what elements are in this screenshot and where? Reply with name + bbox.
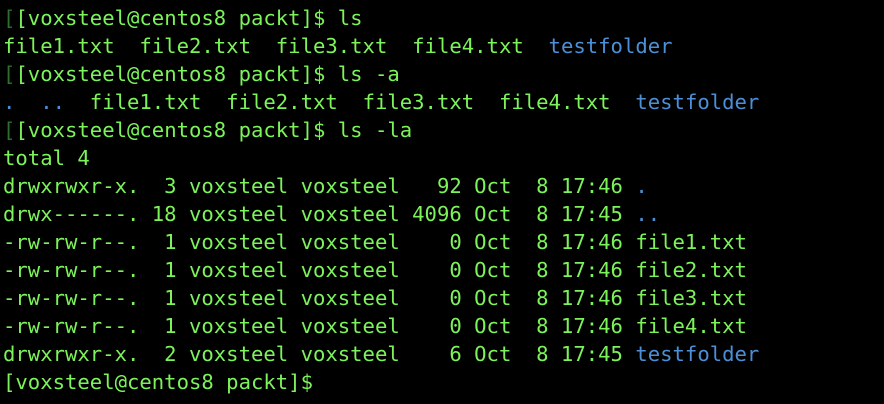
- command-output-line: -rw-rw-r--. 1 voxsteel voxsteel 0 Oct 8 …: [3, 228, 884, 256]
- directory-name: .: [635, 174, 648, 198]
- command-line: [[voxsteel@centos8 packt]$ ls -a: [3, 60, 884, 88]
- shell-command: ls -a: [337, 62, 400, 86]
- shell-command: ls -la: [337, 118, 413, 142]
- output-text: drwx------. 18 voxsteel voxsteel 4096 Oc…: [3, 202, 636, 226]
- directory-name: testfolder: [635, 342, 760, 366]
- output-text: drwxrwxr-x. 2 voxsteel voxsteel 6 Oct 8 …: [3, 342, 636, 366]
- shell-prompt: [voxsteel@centos8 packt]$: [15, 6, 338, 30]
- shell-prompt: [voxsteel@centos8 packt]$: [15, 62, 338, 86]
- output-text: -rw-rw-r--. 1 voxsteel voxsteel 0 Oct 8 …: [3, 286, 747, 310]
- active-prompt-line: [voxsteel@centos8 packt]$: [3, 368, 884, 396]
- directory-name: ..: [635, 202, 661, 226]
- directory-name: testfolder: [635, 90, 760, 114]
- prompt-marker: [: [3, 118, 16, 142]
- command-output-line: file1.txt file2.txt file3.txt file4.txt …: [3, 32, 884, 60]
- command-output-line: drwxrwxr-x. 3 voxsteel voxsteel 92 Oct 8…: [3, 172, 884, 200]
- command-output-line: total 4: [3, 144, 884, 172]
- command-output-line: -rw-rw-r--. 1 voxsteel voxsteel 0 Oct 8 …: [3, 256, 884, 284]
- command-output-line: . .. file1.txt file2.txt file3.txt file4…: [3, 88, 884, 116]
- prompt-marker: [: [3, 6, 16, 30]
- output-text: drwxrwxr-x. 3 voxsteel voxsteel 92 Oct 8…: [3, 174, 636, 198]
- output-text: -rw-rw-r--. 1 voxsteel voxsteel 0 Oct 8 …: [3, 258, 747, 282]
- command-line: [[voxsteel@centos8 packt]$ ls: [3, 4, 884, 32]
- command-output-line: -rw-rw-r--. 1 voxsteel voxsteel 0 Oct 8 …: [3, 312, 884, 340]
- command-output-line: drwx------. 18 voxsteel voxsteel 4096 Oc…: [3, 200, 884, 228]
- output-text: total 4: [3, 146, 90, 170]
- output-text: file1.txt file2.txt file3.txt file4.txt: [89, 90, 636, 114]
- shell-command: ls: [337, 6, 363, 30]
- command-line: [[voxsteel@centos8 packt]$ ls -la: [3, 116, 884, 144]
- shell-prompt: [voxsteel@centos8 packt]$: [15, 118, 338, 142]
- output-text: -rw-rw-r--. 1 voxsteel voxsteel 0 Oct 8 …: [3, 230, 747, 254]
- directory-name: . ..: [3, 90, 90, 114]
- prompt-marker: [: [3, 62, 16, 86]
- directory-name: testfolder: [548, 34, 673, 58]
- command-output-line: drwxrwxr-x. 2 voxsteel voxsteel 6 Oct 8 …: [3, 340, 884, 368]
- output-text: file1.txt file2.txt file3.txt file4.txt: [3, 34, 549, 58]
- command-output-line: -rw-rw-r--. 1 voxsteel voxsteel 0 Oct 8 …: [3, 284, 884, 312]
- terminal-window[interactable]: [[voxsteel@centos8 packt]$ ls file1.txt f…: [0, 0, 884, 404]
- output-text: -rw-rw-r--. 1 voxsteel voxsteel 0 Oct 8 …: [3, 314, 747, 338]
- shell-prompt: [voxsteel@centos8 packt]$: [3, 370, 313, 394]
